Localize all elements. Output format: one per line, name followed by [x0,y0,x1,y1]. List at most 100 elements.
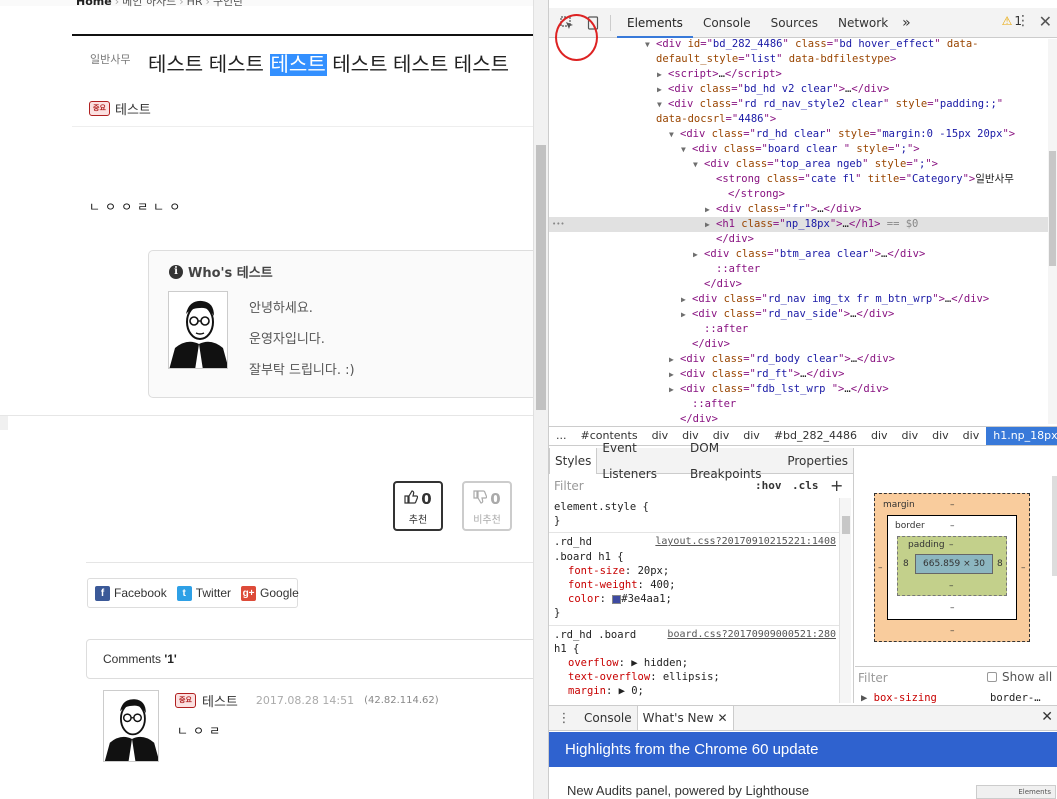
dom-node[interactable]: </div> [549,232,1054,247]
checkbox-icon[interactable] [987,672,997,682]
scrollbar-thumb[interactable] [842,516,850,534]
recommend-button[interactable]: 0 추천 [393,481,443,531]
new-rule-button[interactable]: + [830,476,843,495]
rule-selector[interactable]: .rd_hd .board [554,629,636,641]
comment-author[interactable]: 테스트 [202,691,238,710]
dom-crumb[interactable]: div [864,427,895,445]
dom-node[interactable]: ::after [549,397,1054,412]
expand-arrow-right-icon[interactable]: ▶ [693,247,704,262]
dom-node[interactable]: </div> [549,337,1054,352]
dom-node[interactable]: ▼ <div class="top_area ngeb" style=";"> [549,157,1054,172]
dom-node[interactable]: ▶ <div class="rd_body clear">…</div> [549,352,1054,367]
dom-node[interactable]: ▼ <div class="rd rd_nav_style2 clear" sty… [549,97,1054,112]
breadcrumb-home[interactable]: Home [76,0,112,8]
css-property[interactable]: font-weight: 400; [554,578,836,592]
dom-crumb[interactable]: ... [549,427,574,445]
rule-selector[interactable]: .rd_hd [554,536,592,548]
styles-filter-input[interactable]: Filter [554,479,584,493]
drawer-tab-console[interactable]: Console [579,706,637,730]
dom-scrollbar[interactable] [1048,39,1057,424]
dom-crumb[interactable]: div [956,427,987,445]
margin-right-value[interactable]: – [1021,563,1026,573]
dom-node[interactable]: </strong> [549,187,1054,202]
dom-node[interactable]: </div> [549,412,1054,424]
dom-node[interactable]: ::after [549,262,1054,277]
css-property[interactable]: text-overflow: ellipsis; [554,670,836,684]
expand-arrow-right-icon[interactable]: ▶ [657,67,668,82]
tab-console[interactable]: Console [693,8,761,38]
expand-arrow-right-icon[interactable]: ▶ [681,307,692,322]
expand-arrow-down-icon[interactable]: ▼ [681,142,692,157]
hov-toggle[interactable]: :hov [755,479,782,492]
close-devtools-icon[interactable]: ✕ [1039,12,1052,31]
close-drawer-icon[interactable]: ✕ [1041,709,1053,725]
dom-node[interactable]: <strong class="cate fl" title="Category"… [549,172,1054,187]
tab-network[interactable]: Network [828,8,898,38]
margin-top-value[interactable]: – [950,500,955,510]
css-property[interactable]: color: #3e4aa1; [554,592,836,606]
expand-arrow-right-icon[interactable]: ▶ [657,82,668,97]
tab-properties[interactable]: Properties [782,448,853,474]
computed-filter-input[interactable]: Filter [858,671,888,685]
expand-arrow-right-icon[interactable]: ▶ [669,367,680,382]
styles-scrollbar[interactable] [839,498,851,703]
breadcrumb-item[interactable]: HR [187,0,203,8]
tab-elements[interactable]: Elements [617,8,693,38]
dom-crumb[interactable]: h1.np_18px [986,427,1057,445]
margin-left-value[interactable]: – [878,563,883,573]
margin-bottom-value[interactable]: – [950,626,955,636]
share-facebook-button[interactable]: f Facebook [95,585,167,601]
not-recommend-button[interactable]: 0 비추천 [462,481,512,531]
rule-source-link[interactable]: board.css?20170909000521:280 [667,628,836,642]
dom-node[interactable]: ▶ <script>…</script> [549,67,1054,82]
dom-node[interactable]: ▼ <div id="bd_282_4486" class="bd hover_e… [549,39,1054,52]
dom-node[interactable]: ▶ <div class="fr">…</div> [549,202,1054,217]
rule-source-link[interactable]: layout.css?20170910215221:1408 [655,535,836,549]
dom-node-selected[interactable]: ▶ <h1 class="np_18px">…</h1> == $0 ••• [549,217,1054,232]
page-scrollbar[interactable] [533,0,548,799]
dom-node[interactable]: ::after [549,322,1054,337]
expand-arrow-right-icon[interactable]: ▶ [705,217,716,232]
dom-crumb[interactable]: div [925,427,956,445]
show-all-toggle[interactable]: Show all [987,670,1052,684]
dom-node[interactable]: </div> [549,277,1054,292]
computed-property[interactable]: ▶ box-sizing border-… [855,692,1057,704]
cls-toggle[interactable]: .cls [792,479,819,492]
author-name[interactable]: 테스트 [115,99,151,118]
rule-selector[interactable]: .board h1 { [554,550,836,564]
padding-bottom-value[interactable]: – [949,581,954,591]
rule-selector[interactable]: element.style { [554,500,836,514]
css-property[interactable]: margin: ▶ 0; [554,684,836,698]
dom-node[interactable]: ▶ <div class="rd_nav img_tx fr m_btn_wrp"… [549,292,1054,307]
padding-left-value[interactable]: 8 [903,559,909,569]
share-google-button[interactable]: g+ Google [241,585,299,601]
expand-arrow-right-icon[interactable]: ▶ [669,382,680,397]
tab-sources[interactable]: Sources [761,8,828,38]
border-top-value[interactable]: – [950,521,955,531]
expand-arrow-down-icon[interactable]: ▼ [669,127,680,142]
expand-arrow-right-icon[interactable]: ▶ [669,352,680,367]
dom-node[interactable]: data-docsrl="4486"> [549,112,1054,127]
expand-arrow-right-icon[interactable]: ▶ [705,202,716,217]
border-bottom-value[interactable]: – [950,603,955,613]
scrollbar-thumb[interactable] [536,145,546,410]
rule-selector[interactable]: h1 { [554,642,836,656]
node-more-icon[interactable]: ••• [552,217,565,232]
dom-tree[interactable]: ▼ <div id="bd_282_4486" class="bd hover_e… [549,39,1057,424]
computed-scrollbar[interactable] [1052,476,1057,576]
dom-node[interactable]: ▶ <div class="bd_hd v2 clear">…</div> [549,82,1054,97]
drawer-menu-icon[interactable]: ⋮ [549,711,579,726]
breadcrumb-item[interactable]: 메인 하사드 [122,0,176,8]
expand-arrow-down-icon[interactable]: ▼ [657,97,668,112]
dom-node[interactable]: default_style="list" data-bdfilestype> [549,52,1054,67]
drawer-tab-whats-new[interactable]: What's New ✕ [636,706,734,730]
pane-divider[interactable] [853,448,854,703]
dom-node[interactable]: ▶ <div class="btm_area clear">…</div> [549,247,1054,262]
padding-right-value[interactable]: 8 [997,559,1003,569]
breadcrumb-item[interactable]: 구인란 [213,0,243,8]
dom-crumb[interactable]: div [895,427,926,445]
padding-top-value[interactable]: – [949,540,954,550]
whats-new-item[interactable]: New Audits panel, powered by Lighthouse [567,783,809,798]
share-twitter-button[interactable]: t Twitter [176,585,231,601]
dom-node[interactable]: ▶ <div class="rd_ft">…</div> [549,367,1054,382]
